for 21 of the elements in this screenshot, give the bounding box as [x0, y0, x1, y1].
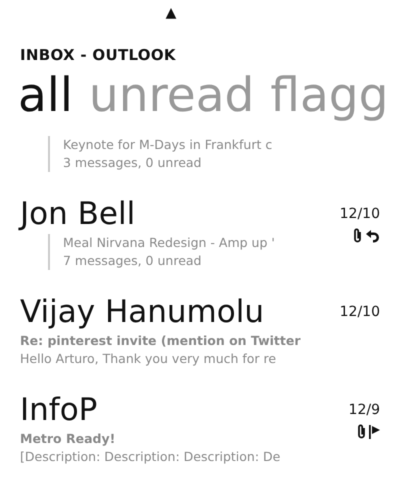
- paperclip-icon: [357, 424, 366, 439]
- message-date: 12/9: [348, 402, 380, 418]
- paperclip-icon: [353, 228, 362, 243]
- message-subject: Metro Ready!: [20, 430, 116, 448]
- message-subject: Keynote for M-Days in Frankfurt c: [63, 136, 274, 154]
- app-title: INBOX - OUTLOOK: [19, 45, 177, 64]
- reply-arrow-icon: [365, 228, 380, 242]
- message-preview: [Description: Description: Description: De: [20, 448, 282, 466]
- message-subject: Re: pinterest invite (mention on Twitter: [20, 332, 302, 350]
- pivot-tab[interactable]: all: [18, 66, 73, 126]
- message-subject: Meal Nirvana Redesign - Amp up ': [63, 234, 276, 252]
- message-preview: 7 messages, 0 unread: [63, 252, 202, 270]
- flag-icon: [369, 424, 380, 438]
- message-date: 12/10: [340, 304, 380, 320]
- message-preview: 3 messages, 0 unread: [63, 154, 202, 172]
- sender-name[interactable]: Vijay Hanumolu: [20, 292, 320, 332]
- sender-name[interactable]: InfoP: [20, 390, 320, 430]
- message-preview: Hello Arturo, Thank you very much for re: [20, 350, 278, 368]
- message-date: 12/10: [340, 206, 380, 222]
- signal-indicator: ▲: [166, 5, 176, 21]
- sender-name[interactable]: Jon Bell: [20, 194, 320, 234]
